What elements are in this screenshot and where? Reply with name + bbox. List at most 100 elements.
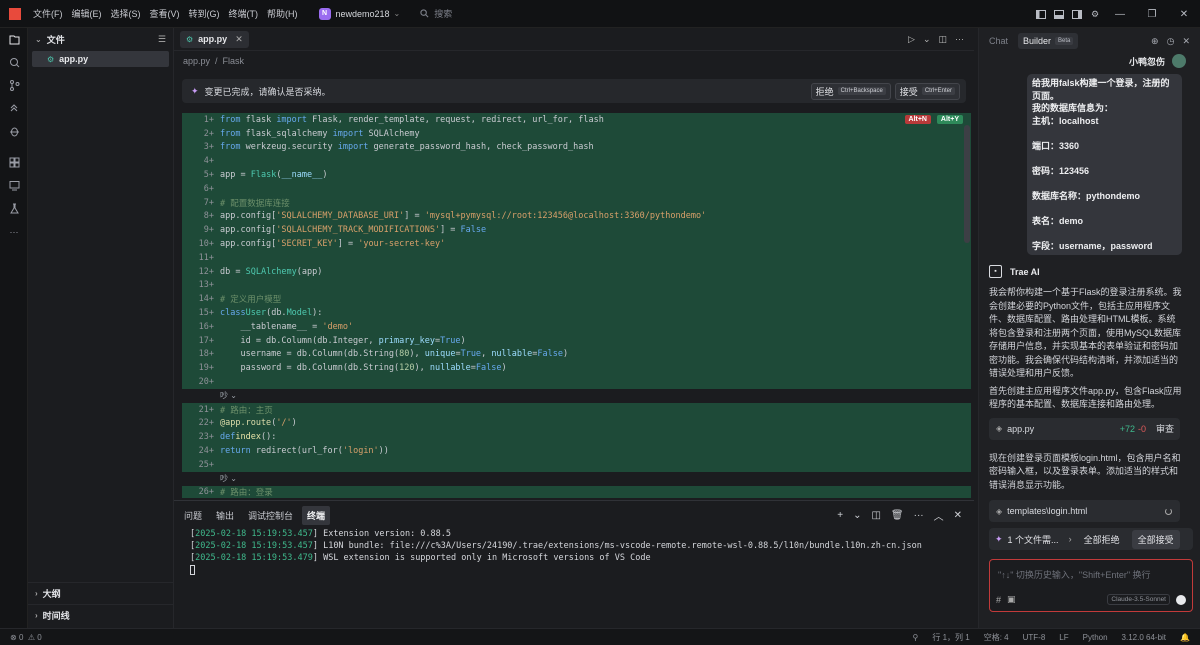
testing-icon[interactable] bbox=[0, 197, 28, 220]
encoding[interactable]: UTF-8 bbox=[1023, 633, 1046, 642]
model-selector[interactable]: Claude-3.5-Sonnet bbox=[1107, 594, 1170, 605]
breadcrumb: app.py / Flask bbox=[174, 51, 974, 70]
toggle-panel-icon[interactable] bbox=[1050, 5, 1068, 23]
language-mode[interactable]: Python bbox=[1083, 633, 1108, 642]
image-icon[interactable]: ▣ bbox=[1007, 594, 1016, 605]
timeline-title: 时间线 bbox=[42, 611, 70, 621]
more-icon[interactable]: ··· bbox=[0, 220, 28, 243]
more-actions-icon[interactable]: ··· bbox=[955, 34, 964, 44]
chat-input[interactable]: "↑↓" 切换历史输入，"Shift+Enter" 换行 # ▣ Claude-… bbox=[989, 559, 1193, 612]
source-control-icon[interactable] bbox=[0, 74, 28, 97]
breadcrumb-symbol[interactable]: Flask bbox=[223, 56, 245, 66]
menu-terminal[interactable]: 终端(T) bbox=[229, 7, 259, 20]
tab-debug-console[interactable]: 调试控制台 bbox=[248, 509, 293, 522]
code-view[interactable]: Alt+N Alt+Y 1+ from flask import Flask, r… bbox=[182, 113, 971, 498]
accept-button[interactable]: 接受 Ctrl+Enter bbox=[894, 82, 960, 100]
close-tab-icon[interactable]: ✕ bbox=[235, 34, 243, 45]
explorer-icon[interactable] bbox=[0, 28, 28, 51]
tab-app-py[interactable]: ⚙ app.py ✕ bbox=[180, 30, 249, 48]
split-editor-icon[interactable]: ◫ bbox=[938, 34, 947, 45]
timeline-section[interactable]: › 时间线 bbox=[28, 604, 174, 626]
collapse-all-icon[interactable]: ☰ bbox=[158, 34, 166, 45]
send-icon[interactable] bbox=[1176, 594, 1186, 605]
sparkle-icon: ✦ bbox=[191, 85, 199, 96]
accept-all-button[interactable]: 全部接受 bbox=[1131, 529, 1180, 549]
chevron-right-icon: › bbox=[35, 589, 38, 598]
file-item-app-py[interactable]: ⚙ app.py bbox=[32, 51, 169, 67]
explorer-header[interactable]: ⌄ 文件 ☰ bbox=[28, 28, 173, 50]
sync-icon[interactable]: ⚲ bbox=[913, 633, 919, 642]
project-switcher[interactable]: N newdemo218 ⌄ bbox=[318, 7, 400, 20]
menu-go[interactable]: 转到(G) bbox=[189, 7, 220, 20]
file-card-name: app.py bbox=[1007, 423, 1035, 434]
file-icon: ◈ bbox=[996, 506, 1003, 516]
error-count[interactable]: 0 bbox=[19, 633, 23, 642]
close-icon[interactable]: ✕ bbox=[1168, 0, 1200, 28]
search-view-icon[interactable] bbox=[0, 51, 28, 74]
change-message: 变更已完成，请确认是否采纳。 bbox=[204, 86, 331, 97]
menu-help[interactable]: 帮助(H) bbox=[267, 7, 298, 20]
file-change-card[interactable]: ◈ templates\login.html bbox=[989, 500, 1180, 522]
pending-text[interactable]: 1 个文件需... bbox=[1008, 533, 1059, 546]
toggle-sidebar-icon[interactable] bbox=[1032, 5, 1050, 23]
split-terminal-icon[interactable]: ◫ bbox=[871, 510, 880, 521]
error-icon[interactable]: ⊗ bbox=[10, 633, 17, 642]
breadcrumb-file[interactable]: app.py bbox=[183, 56, 210, 66]
review-button[interactable]: 审查 bbox=[1156, 422, 1174, 435]
chevron-right-icon[interactable]: › bbox=[1069, 534, 1072, 544]
add-terminal-icon[interactable]: + bbox=[837, 510, 843, 521]
chevron-up-icon[interactable]: ︿ bbox=[934, 508, 944, 523]
settings-icon[interactable]: ⚙ bbox=[1086, 5, 1104, 23]
warning-icon[interactable]: ⚠ bbox=[28, 633, 35, 642]
outline-section[interactable]: › 大纲 bbox=[28, 582, 174, 604]
cursor-position[interactable]: 行 1，列 1 bbox=[932, 632, 969, 643]
menu-edit[interactable]: 编辑(E) bbox=[72, 7, 102, 20]
tab-output[interactable]: 输出 bbox=[216, 509, 234, 522]
more-actions-icon[interactable]: ··· bbox=[914, 510, 924, 521]
python-version[interactable]: 3.12.0 64-bit bbox=[1122, 633, 1166, 642]
editor-scrollbar[interactable] bbox=[964, 125, 970, 243]
hunk-fold-marker[interactable]: 吵 ⌄ bbox=[182, 471, 971, 486]
remote-icon[interactable] bbox=[0, 97, 28, 120]
search-placeholder: 搜索 bbox=[434, 9, 453, 19]
indentation[interactable]: 空格: 4 bbox=[984, 632, 1009, 643]
reject-button[interactable]: 拒绝 Ctrl+Backspace bbox=[810, 82, 891, 100]
toggle-auxiliary-icon[interactable] bbox=[1068, 5, 1086, 23]
history-icon[interactable]: ◷ bbox=[1167, 36, 1175, 47]
menu-selection[interactable]: 选择(S) bbox=[111, 7, 141, 20]
minimize-icon[interactable]: — bbox=[1104, 0, 1136, 28]
menu-view[interactable]: 查看(V) bbox=[150, 7, 180, 20]
breadcrumb-separator: / bbox=[215, 55, 218, 66]
hunk-fold-marker[interactable]: 吵 ⌄ bbox=[182, 388, 971, 403]
menu-file[interactable]: 文件(F) bbox=[33, 7, 63, 20]
end-of-line[interactable]: LF bbox=[1059, 633, 1068, 642]
trash-icon[interactable]: 🗑 bbox=[891, 510, 904, 521]
tab-builder[interactable]: Builder Beta bbox=[1018, 33, 1079, 49]
new-chat-icon[interactable]: ⊕ bbox=[1151, 36, 1159, 47]
tab-chat[interactable]: Chat bbox=[989, 36, 1008, 46]
terminal-output[interactable]: [2025-02-18 15:19:53.457] Extension vers… bbox=[174, 529, 974, 577]
chevron-down-icon[interactable]: ⌄ bbox=[853, 510, 861, 521]
reject-hunk-badge[interactable]: Alt+N bbox=[904, 115, 931, 124]
extensions-icon[interactable] bbox=[0, 151, 28, 174]
debug-icon[interactable] bbox=[0, 120, 28, 143]
chevron-down-icon[interactable]: ⌄ bbox=[923, 34, 931, 45]
ai-message: 我会帮你构建一个基于Flask的登录注册系统。我会创建必要的Python文件，包… bbox=[989, 287, 1182, 378]
maximize-icon[interactable]: ❐ bbox=[1136, 0, 1168, 28]
notifications-icon[interactable]: 🔔 bbox=[1180, 633, 1190, 642]
app-logo bbox=[9, 7, 21, 20]
file-change-card[interactable]: ◈ app.py +72 -0 审查 bbox=[989, 417, 1180, 440]
remote-explorer-icon[interactable] bbox=[0, 174, 28, 197]
close-panel-icon[interactable]: ✕ bbox=[954, 510, 962, 521]
reject-all-button[interactable]: 全部拒绝 bbox=[1078, 530, 1126, 549]
search-box[interactable]: 搜索 bbox=[420, 7, 452, 20]
trae-logo-icon: ▪ bbox=[989, 265, 1002, 278]
warning-count[interactable]: 0 bbox=[37, 633, 41, 642]
hash-icon[interactable]: # bbox=[996, 595, 1001, 605]
run-icon[interactable]: ▷ bbox=[908, 34, 915, 45]
ai-name: Trae AI bbox=[1010, 266, 1040, 277]
close-chat-icon[interactable]: ✕ bbox=[1182, 36, 1190, 47]
tab-terminal[interactable]: 终端 bbox=[302, 505, 331, 525]
accept-hunk-badge[interactable]: Alt+Y bbox=[936, 115, 963, 124]
tab-problems[interactable]: 问题 bbox=[184, 509, 202, 522]
